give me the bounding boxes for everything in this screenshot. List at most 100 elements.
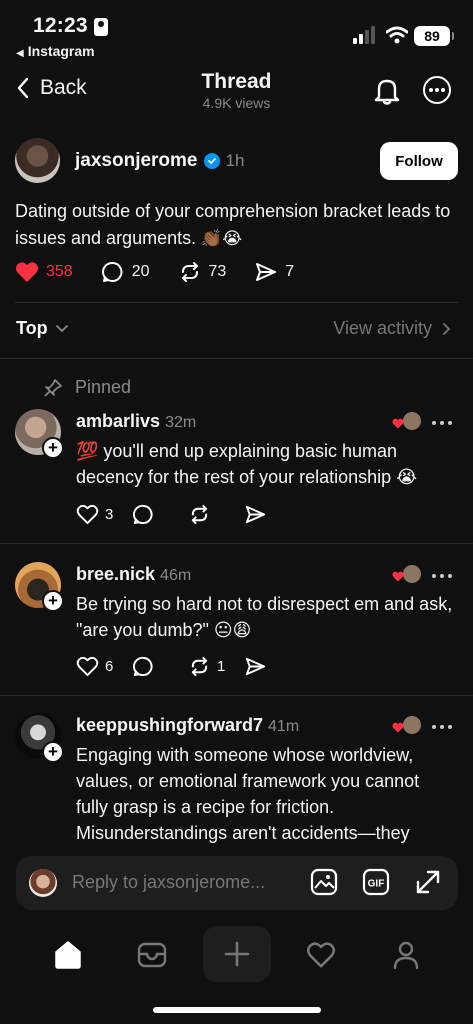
heart-badge-icon [392,571,404,582]
comment-count: 20 [131,263,150,280]
reply-composer[interactable]: Reply to jaxsonjerome... GIF [16,856,458,910]
follow-button[interactable]: Follow [380,142,458,180]
divider [15,302,458,303]
share-button[interactable] [244,655,300,678]
sort-dropdown[interactable]: Top [16,318,69,339]
repost-count: 73 [208,263,227,280]
reply-username[interactable]: bree.nick [76,564,155,584]
follow-plus-button[interactable]: + [42,437,64,459]
comment-icon [101,261,123,282]
repost-icon [181,262,198,282]
tab-home[interactable] [43,930,93,980]
reply-header: keeppushingforward7 41m [76,715,299,736]
reply-time: 32m [165,414,197,431]
tab-activity[interactable] [296,930,346,980]
send-icon [245,657,266,676]
tab-profile[interactable] [381,930,431,980]
author-liked-badge [392,715,422,739]
inbox-icon [137,942,167,968]
author-username[interactable]: jaxsonjerome [75,150,198,172]
view-activity-label: View activity [333,318,432,338]
more-options-button[interactable] [423,76,451,104]
like-count: 6 [105,658,114,675]
back-to-app-link[interactable]: ◀ Instagram [16,43,95,59]
sort-bar: Top View activity [0,318,473,344]
share-count: 7 [285,263,295,280]
reply-more-button[interactable] [432,574,452,578]
follow-plus-button[interactable]: + [42,590,64,612]
author-row: jaxsonjerome 1h [75,150,244,172]
reply-text: Engaging with someone whose worldview, v… [76,745,420,843]
reply-actions: 3 [76,503,300,526]
tab-inbox[interactable] [127,930,177,980]
send-icon [256,263,277,281]
image-icon[interactable] [310,868,338,896]
author-avatar[interactable] [15,138,60,183]
repost-button[interactable]: 1 [188,655,244,678]
divider [0,358,473,359]
like-count: 358 [46,263,73,280]
view-activity-link[interactable]: View activity [333,318,451,339]
repost-button[interactable] [188,503,244,526]
reply-time: 41m [268,718,300,735]
profile-icon [393,941,419,970]
post-text: Dating outside of your comprehension bra… [15,198,455,252]
bottom-tab-bar [0,920,473,990]
bell-icon[interactable] [372,76,402,106]
reply-text: Be trying so hard not to disrespect em a… [76,594,453,640]
reply-time: 46m [160,567,192,584]
expand-icon[interactable] [414,868,442,896]
views-count: 4.9K views [202,95,271,111]
repost-button[interactable]: 73 [178,260,227,284]
share-button[interactable]: 7 [254,260,294,284]
repost-icon [191,656,208,677]
page-title: Thread [201,70,272,93]
follow-plus-button[interactable]: + [42,741,64,763]
comment-icon [132,504,153,525]
reply-header: bree.nick 46m [76,564,191,585]
author-liked-badge [392,564,422,588]
share-button[interactable] [244,503,300,526]
home-indicator [153,1007,321,1013]
cellular-signal-icon [353,26,375,44]
status-bar: 12:23 ◀ Instagram 89 [0,0,473,62]
reply-header: ambarlivs 32m [76,411,196,432]
send-icon [245,505,266,524]
reply-actions: 6 1 [76,655,300,678]
contact-card-icon [94,18,108,36]
post-actions: 358 20 73 7 [15,260,322,284]
wifi-icon [386,26,408,44]
svg-text:GIF: GIF [368,879,385,890]
reply-more-button[interactable] [432,725,452,729]
comment-button[interactable] [132,655,188,678]
composer-actions: GIF [310,868,442,896]
heart-icon [306,942,336,968]
back-app-label: Instagram [27,43,95,59]
chevron-right-icon [443,322,451,335]
comment-button[interactable]: 20 [101,260,150,284]
reply-input-placeholder[interactable]: Reply to jaxsonjerome... [72,872,265,893]
post-emojis: 👏🏾😭 [201,229,243,248]
like-count: 3 [105,506,114,523]
plus-icon [224,941,250,967]
like-button[interactable]: 3 [76,504,132,525]
home-icon [55,941,81,969]
pinned-text: Pinned [75,377,132,397]
pin-icon [44,378,62,397]
like-button[interactable]: 358 [15,261,73,283]
reply-username[interactable]: keeppushingforward7 [76,715,263,735]
post-time: 1h [225,151,245,170]
repost-count: 1 [217,658,226,675]
like-button[interactable]: 6 [76,656,132,677]
tab-new-thread[interactable] [203,926,271,982]
gif-icon[interactable]: GIF [362,868,390,896]
heart-badge-icon [392,418,404,429]
reply-text: 💯 you'll end up explaining basic human d… [76,441,418,487]
divider [0,695,473,696]
heart-icon [76,656,99,677]
comment-button[interactable] [132,503,188,526]
reply-more-button[interactable] [432,421,452,425]
heart-filled-icon [16,262,38,282]
reply-item: + keeppushingforward7 41m Engaging with s… [0,713,473,853]
reply-username[interactable]: ambarlivs [76,411,160,431]
